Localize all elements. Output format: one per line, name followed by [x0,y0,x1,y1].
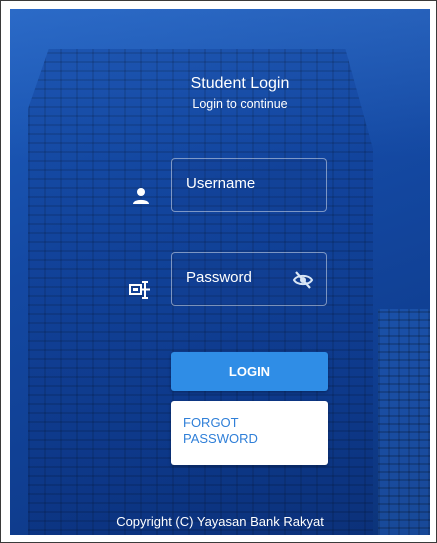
page-subtitle: Login to continue [192,97,288,111]
username-placeholder: Username [186,175,256,192]
password-field[interactable]: Password [171,252,327,306]
login-screen: Student Login Login to continue Username [10,9,430,535]
forgot-password-button[interactable]: FORGOT PASSWORD [171,401,328,465]
device-frame: Student Login Login to continue Username [0,0,437,543]
forgot-password-line2: PASSWORD [183,431,258,446]
background-building-right [378,309,430,535]
username-field[interactable]: Username [171,158,327,212]
forgot-password-line1: FORGOT [183,415,239,430]
id-card-icon [129,279,151,301]
copyright-text: Copyright (C) Yayasan Bank Rakyat [116,514,324,529]
password-placeholder: Password [186,269,252,286]
page-title: Student Login [190,75,290,92]
person-icon [130,185,152,207]
login-button[interactable]: LOGIN [171,352,328,391]
eye-off-icon[interactable] [292,269,314,291]
